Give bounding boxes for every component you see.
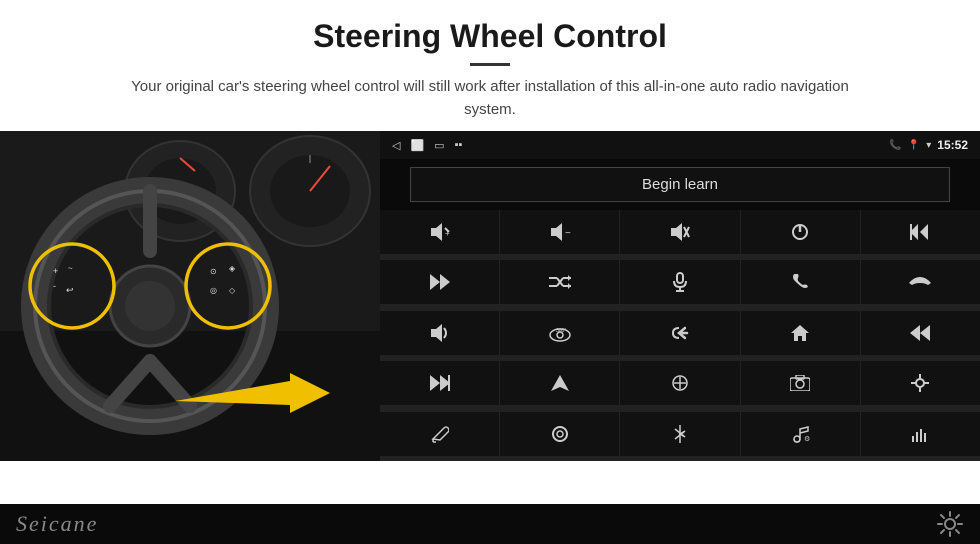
- hangup-button[interactable]: [861, 260, 980, 304]
- prev-track-button[interactable]: [861, 210, 980, 254]
- wifi-icon: ▾: [926, 140, 931, 151]
- gps-icon: 📍: [908, 140, 920, 151]
- vol-up-button[interactable]: +: [380, 210, 499, 254]
- content-row: + ~ - ↩ ⊙ ◈ ◎ ◇ ◁ ⬜: [0, 131, 980, 504]
- svg-text:+: +: [53, 266, 58, 276]
- svg-text:◈: ◈: [229, 264, 236, 273]
- navigation-button[interactable]: [500, 361, 619, 405]
- bottom-bar: Seicane: [0, 504, 980, 544]
- android-panel: ◁ ⬜ ▭ ▪▪ 📞 📍 ▾ 15:52 Begin learn: [380, 131, 980, 461]
- svg-text:~: ~: [68, 264, 73, 273]
- back-nav-button[interactable]: [620, 311, 739, 355]
- page-container: Steering Wheel Control Your original car…: [0, 0, 980, 544]
- svg-text:⊙: ⊙: [210, 267, 217, 276]
- horn-button[interactable]: [380, 311, 499, 355]
- brand-name: Seicane: [16, 511, 98, 537]
- svg-text:-: -: [53, 281, 56, 291]
- settings-ctrl-button[interactable]: [861, 361, 980, 405]
- back-icon[interactable]: ◁: [392, 139, 400, 152]
- pen-button[interactable]: [380, 412, 499, 456]
- circle-btn[interactable]: [500, 412, 619, 456]
- mic-button[interactable]: [620, 260, 739, 304]
- svg-text:−: −: [565, 228, 571, 239]
- bluetooth-button[interactable]: [620, 412, 739, 456]
- status-left: ◁ ⬜ ▭ ▪▪: [392, 139, 462, 152]
- skip-back-button[interactable]: [861, 311, 980, 355]
- power-button[interactable]: [741, 210, 860, 254]
- svg-text:◇: ◇: [229, 286, 236, 295]
- home-nav-button[interactable]: [741, 311, 860, 355]
- steering-wheel-svg: + ~ - ↩ ⊙ ◈ ◎ ◇: [0, 131, 380, 461]
- header-section: Steering Wheel Control Your original car…: [0, 0, 980, 131]
- phone-icon: 📞: [889, 140, 901, 151]
- shuffle-button[interactable]: [500, 260, 619, 304]
- subtitle: Your original car's steering wheel contr…: [110, 76, 870, 121]
- settings-gear-icon[interactable]: [936, 510, 964, 538]
- steering-wheel-image: + ~ - ↩ ⊙ ◈ ◎ ◇: [0, 131, 380, 461]
- music-button[interactable]: ⚙: [741, 412, 860, 456]
- mute-button[interactable]: [620, 210, 739, 254]
- vol-down-button[interactable]: −: [500, 210, 619, 254]
- phone-button[interactable]: [741, 260, 860, 304]
- svg-text:+: +: [445, 229, 450, 238]
- svg-text:↩: ↩: [66, 285, 74, 295]
- begin-learn-bar: Begin learn: [380, 159, 980, 210]
- home-icon[interactable]: ⬜: [410, 139, 424, 152]
- signal-icon: ▪▪: [455, 139, 463, 151]
- controls-grid: + −: [380, 210, 980, 461]
- svg-text:⚙: ⚙: [804, 435, 810, 443]
- svg-text:◎: ◎: [210, 286, 217, 295]
- camera-button[interactable]: [741, 361, 860, 405]
- svg-text:360°: 360°: [556, 328, 566, 334]
- spectrum-button[interactable]: [861, 412, 980, 456]
- fast-forward-button[interactable]: [380, 361, 499, 405]
- recent-icon[interactable]: ▭: [434, 139, 444, 152]
- 360-button[interactable]: 360°: [500, 311, 619, 355]
- time-display: 15:52: [937, 138, 968, 152]
- page-title: Steering Wheel Control: [40, 18, 940, 55]
- status-right: 📞 📍 ▾ 15:52: [889, 138, 968, 152]
- title-divider: [470, 63, 510, 66]
- equalizer-button[interactable]: [620, 361, 739, 405]
- begin-learn-button[interactable]: Begin learn: [410, 167, 950, 202]
- status-bar: ◁ ⬜ ▭ ▪▪ 📞 📍 ▾ 15:52: [380, 131, 980, 159]
- next-track-button[interactable]: [380, 260, 499, 304]
